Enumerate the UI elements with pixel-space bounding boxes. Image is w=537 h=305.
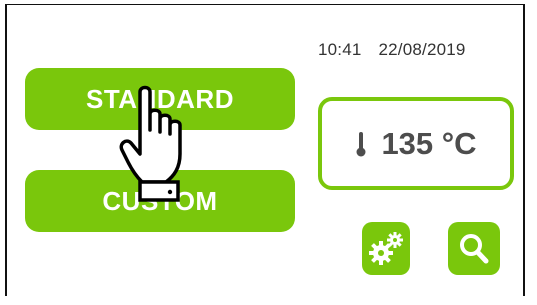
status-bar: 10:41 22/08/2019 <box>318 40 528 60</box>
settings-button[interactable] <box>362 222 410 275</box>
thermometer-icon <box>356 131 366 156</box>
standard-button[interactable]: STANDARD <box>25 68 295 130</box>
temperature-value: 135 °C <box>381 125 477 161</box>
gears-icon <box>369 231 403 265</box>
clock-date: 22/08/2019 <box>378 40 466 59</box>
search-button[interactable] <box>448 222 500 275</box>
temperature-display: 135 °C <box>318 97 514 190</box>
custom-button[interactable]: CUSTOM <box>25 170 295 232</box>
search-icon <box>460 233 489 263</box>
clock-time: 10:41 <box>318 40 362 59</box>
